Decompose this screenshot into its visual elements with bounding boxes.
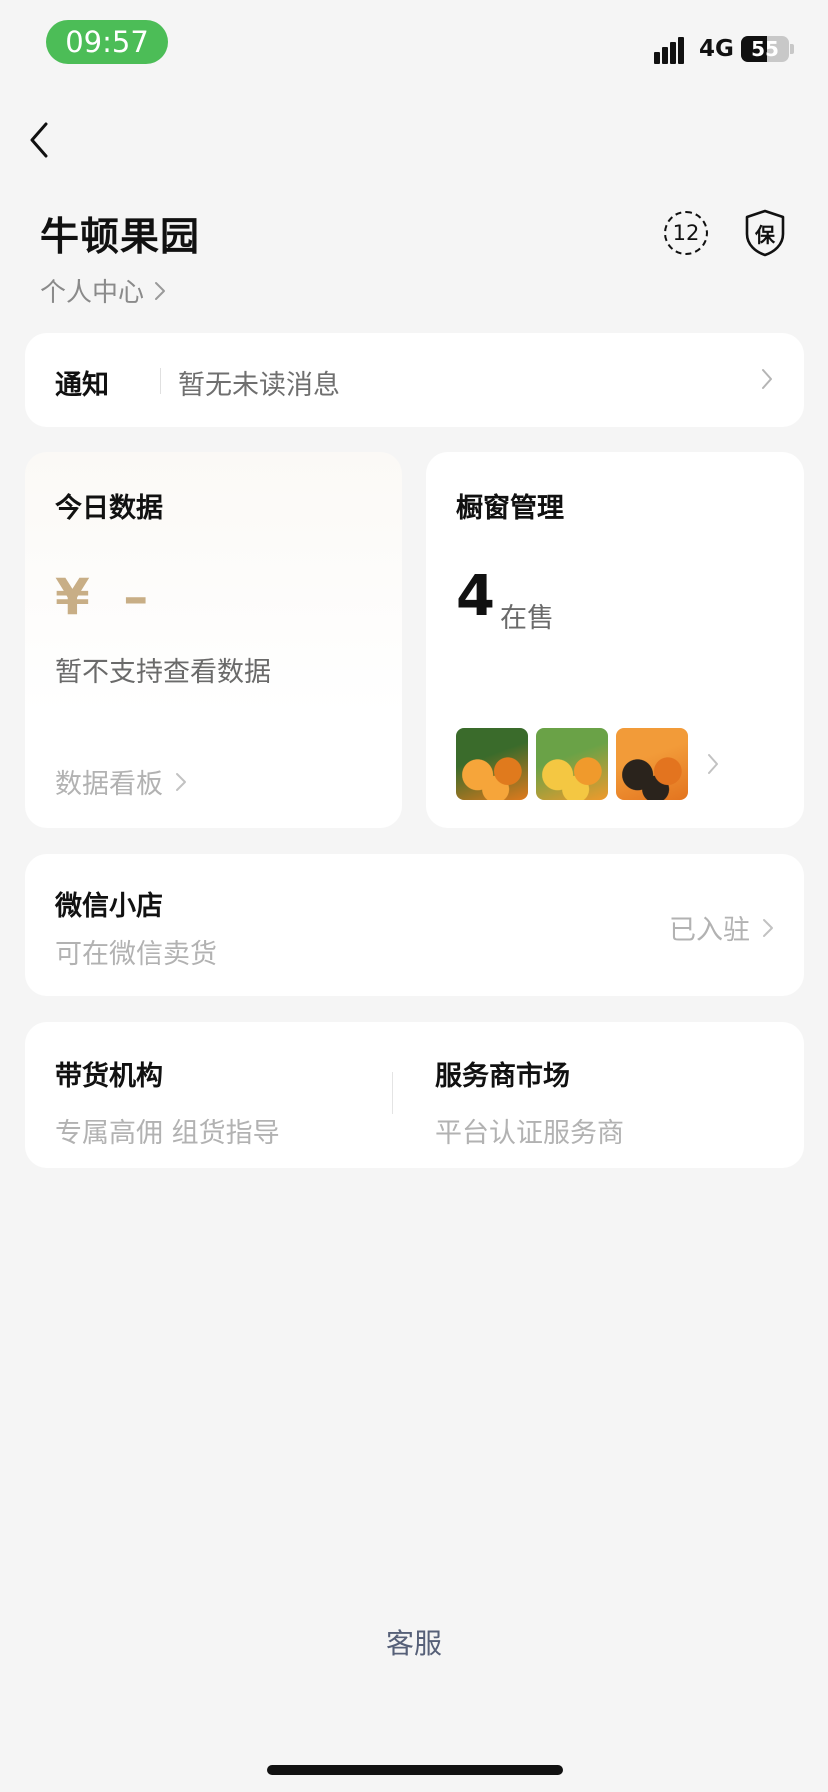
guarantee-button[interactable]: 保 <box>742 208 788 258</box>
guarantee-label: 保 <box>755 223 775 247</box>
notice-label: 通知 <box>55 370 109 401</box>
battery-level: 55 <box>751 37 779 61</box>
back-arrow-icon <box>30 122 48 158</box>
notice-divider <box>160 368 161 394</box>
today-data-card[interactable]: 今日数据 ¥ – 暂不支持查看数据 数据看板 <box>25 452 402 828</box>
services-divider <box>392 1072 393 1114</box>
chevron-right-icon <box>155 281 166 300</box>
status-time[interactable]: 09:57 <box>46 20 168 64</box>
battery-icon: 55 <box>741 36 789 62</box>
wechat-store-title: 微信小店 <box>55 891 163 922</box>
product-thumbnail[interactable] <box>616 728 688 800</box>
services-card: 带货机构 专属高佣 组货指导 服务商市场 平台认证服务商 <box>25 1022 804 1168</box>
notice-message: 暂无未读消息 <box>178 370 340 401</box>
product-thumbnail[interactable] <box>536 728 608 800</box>
signal-icon <box>654 34 690 64</box>
service-title: 带货机构 <box>55 1061 163 1092</box>
showcase-card[interactable]: 橱窗管理 4 在售 <box>426 452 804 828</box>
dashboard-link[interactable]: 数据看板 <box>55 762 187 801</box>
data-unsupported-text: 暂不支持查看数据 <box>55 657 271 688</box>
status-bar: 09:57 4G 55 <box>0 0 828 90</box>
today-data-title: 今日数据 <box>55 493 163 524</box>
wechat-store-status: 已入驻 <box>669 908 774 947</box>
battery-tip <box>790 44 794 54</box>
product-thumbnails <box>456 728 688 800</box>
service-subtitle: 专属高佣 组货指导 <box>55 1118 280 1149</box>
chevron-right-icon <box>176 772 186 791</box>
chevron-right-icon <box>762 369 772 389</box>
today-amount: ¥ – <box>55 568 157 626</box>
back-button[interactable] <box>26 118 58 162</box>
profile-link-label: 个人中心 <box>40 278 145 308</box>
wechat-store-subtitle: 可在微信卖货 <box>55 939 217 970</box>
service-title: 服务商市场 <box>435 1061 570 1092</box>
product-thumbnail[interactable] <box>456 728 528 800</box>
service-item-agency[interactable]: 带货机构 专属高佣 组货指导 <box>55 1054 280 1150</box>
on-sale-label: 在售 <box>500 603 554 634</box>
notice-card[interactable]: 通知 暂无未读消息 <box>25 333 804 427</box>
dashboard-link-label: 数据看板 <box>55 769 163 800</box>
wechat-store-status-label: 已入驻 <box>669 915 750 946</box>
on-sale-count: 4 <box>456 564 495 629</box>
service-subtitle: 平台认证服务商 <box>435 1118 624 1149</box>
network-type: 4G <box>699 36 734 62</box>
home-indicator[interactable] <box>267 1765 563 1775</box>
wechat-store-card[interactable]: 微信小店 可在微信卖货 已入驻 <box>25 854 804 996</box>
chevron-right-icon <box>763 918 773 937</box>
shop-name: 牛顿果园 <box>40 215 201 260</box>
profile-link[interactable]: 个人中心 <box>40 272 166 309</box>
showcase-title: 橱窗管理 <box>456 493 564 524</box>
chevron-right-icon[interactable] <box>706 752 720 776</box>
customer-service-link[interactable]: 客服 <box>0 1622 828 1662</box>
service-item-market[interactable]: 服务商市场 平台认证服务商 <box>435 1054 624 1150</box>
level-badge[interactable]: 12 <box>664 211 708 255</box>
